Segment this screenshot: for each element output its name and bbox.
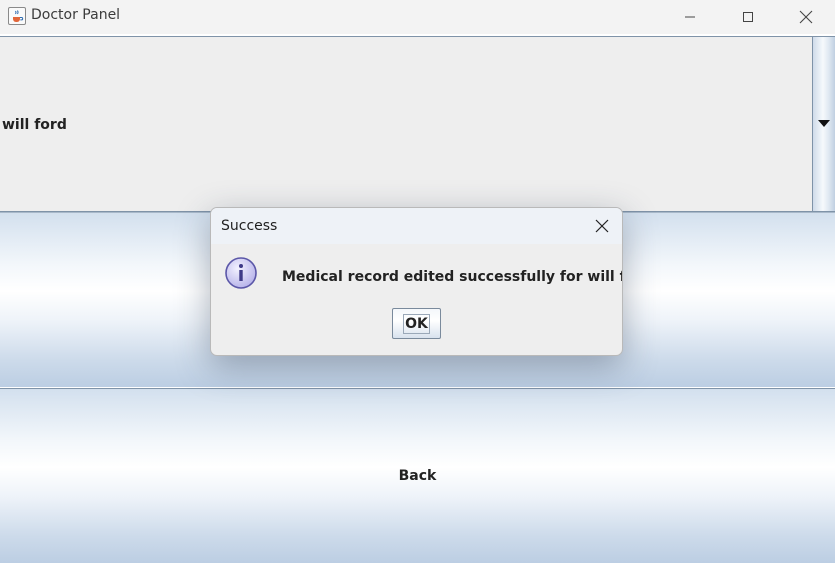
back-button[interactable]: Back [0, 388, 835, 563]
triangle-down-icon [818, 120, 830, 127]
dialog-titlebar: Success [211, 208, 622, 244]
combobox-selected-value: will ford [2, 117, 67, 133]
ok-button[interactable]: OK [392, 308, 441, 339]
window-titlebar: Doctor Panel [0, 0, 835, 34]
window-title: Doctor Panel [31, 7, 121, 23]
info-icon [224, 256, 258, 290]
minimize-button[interactable] [661, 0, 719, 34]
minimize-icon [685, 16, 695, 18]
success-dialog: Success Medical record edited successful… [210, 207, 623, 356]
combobox-arrow-button[interactable] [812, 37, 835, 211]
ok-button-label: OK [403, 313, 430, 334]
close-window-button[interactable] [777, 0, 835, 34]
java-cup-icon [8, 7, 26, 25]
patient-combobox[interactable]: will ford [0, 36, 835, 212]
close-icon [595, 219, 609, 233]
dialog-close-button[interactable] [591, 216, 613, 236]
maximize-icon [743, 12, 753, 22]
maximize-button[interactable] [719, 0, 777, 34]
dialog-message: Medical record edited successfully for w… [282, 269, 623, 285]
dialog-title: Success [221, 218, 278, 234]
close-icon [799, 10, 813, 24]
back-button-label: Back [398, 468, 437, 484]
